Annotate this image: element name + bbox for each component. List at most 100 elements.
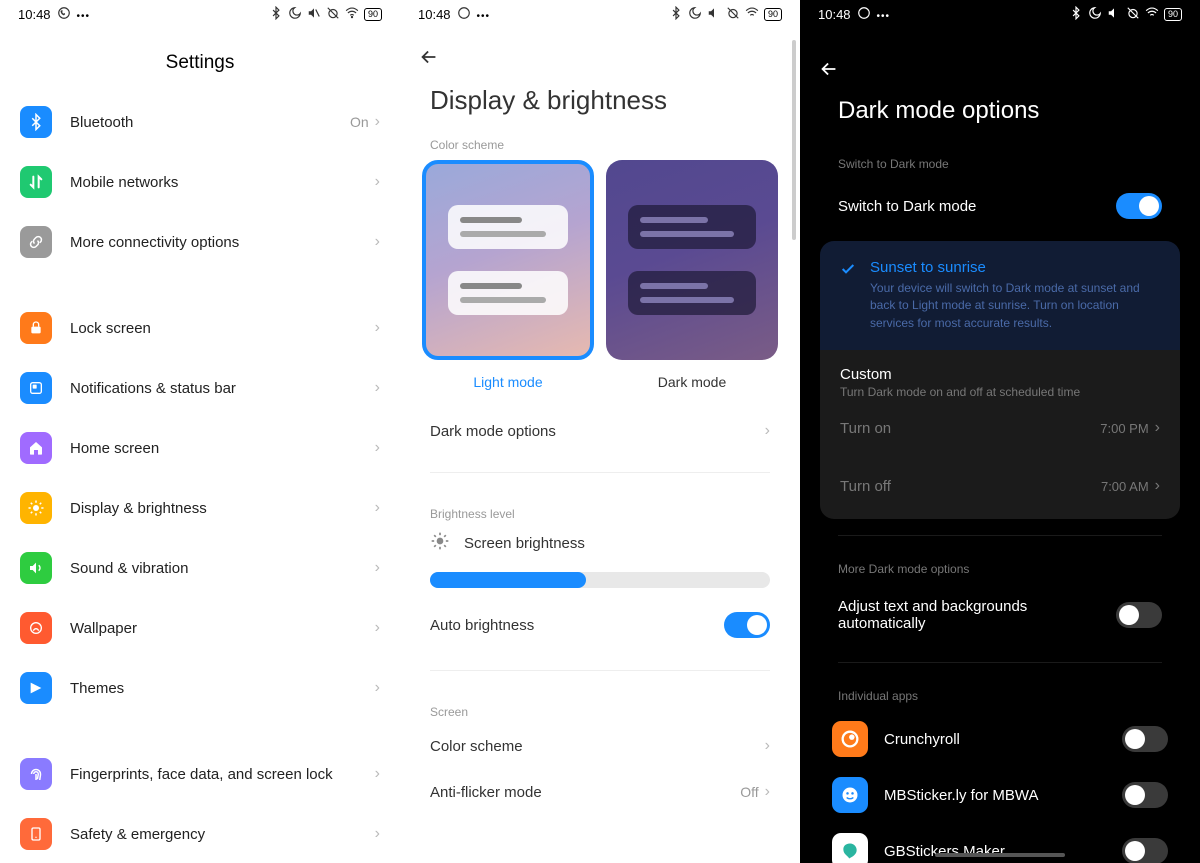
row-label: Home screen bbox=[70, 440, 375, 457]
section-screen: Screen bbox=[400, 689, 800, 723]
chevron-right-icon: › bbox=[375, 113, 380, 131]
chevron-right-icon: › bbox=[375, 379, 380, 397]
wallpaper-icon bbox=[20, 612, 52, 644]
chevron-right-icon: › bbox=[375, 319, 380, 337]
auto-brightness-toggle[interactable] bbox=[724, 612, 770, 638]
wifi-icon bbox=[1145, 6, 1159, 23]
chevron-right-icon: › bbox=[765, 737, 770, 755]
back-button[interactable] bbox=[400, 28, 800, 79]
home-icon bbox=[20, 432, 52, 464]
clock: 10:48 bbox=[18, 7, 51, 22]
battery-indicator: 90 bbox=[1164, 8, 1182, 21]
color-scheme-row[interactable]: Color scheme › bbox=[400, 723, 800, 769]
turn-off-row[interactable]: Turn off 7:00 AM › bbox=[840, 457, 1160, 515]
settings-row-mobile-networks[interactable]: Mobile networks › bbox=[10, 152, 390, 212]
bluetooth-status-icon bbox=[669, 6, 683, 23]
alarm-off-icon bbox=[1126, 6, 1140, 23]
dark-mode-preview bbox=[606, 160, 778, 360]
settings-row-notifications[interactable]: Notifications & status bar › bbox=[10, 358, 390, 418]
settings-row-connectivity[interactable]: More connectivity options › bbox=[10, 212, 390, 272]
page-title: Dark mode options bbox=[800, 91, 1200, 147]
clock: 10:48 bbox=[418, 7, 451, 22]
auto-adjust-toggle[interactable] bbox=[1116, 602, 1162, 628]
whatsapp-icon bbox=[457, 6, 471, 23]
settings-row-fingerprints[interactable]: Fingerprints, face data, and screen lock… bbox=[10, 744, 390, 804]
row-label: Safety & emergency bbox=[70, 826, 375, 843]
dark-mode-option[interactable]: Dark mode bbox=[606, 160, 778, 390]
chevron-right-icon: › bbox=[375, 765, 380, 783]
row-label: Auto brightness bbox=[430, 617, 724, 634]
sunset-to-sunrise-option[interactable]: Sunset to sunrise Your device will switc… bbox=[820, 241, 1180, 350]
moon-icon bbox=[288, 6, 302, 23]
bluetooth-status-icon bbox=[269, 6, 283, 23]
app-label: GBStickers Maker bbox=[884, 843, 1106, 860]
settings-row-wallpaper[interactable]: Wallpaper › bbox=[10, 598, 390, 658]
dark-mode-label: Dark mode bbox=[606, 360, 778, 390]
row-value: 7:00 PM bbox=[1100, 421, 1148, 436]
switch-to-dark-row[interactable]: Switch to Dark mode bbox=[800, 179, 1200, 233]
row-label: Themes bbox=[70, 680, 375, 697]
chevron-right-icon: › bbox=[765, 783, 770, 801]
settings-row-home-screen[interactable]: Home screen › bbox=[10, 418, 390, 478]
brightness-slider-fill bbox=[430, 572, 586, 588]
app-row-crunchyroll[interactable]: Crunchyroll bbox=[800, 711, 1200, 767]
app-row-mbsticker[interactable]: MBSticker.ly for MBWA bbox=[800, 767, 1200, 823]
app-toggle[interactable] bbox=[1122, 782, 1168, 808]
turn-on-row[interactable]: Turn on 7:00 PM › bbox=[840, 399, 1160, 457]
bluetooth-icon bbox=[20, 106, 52, 138]
anti-flicker-row[interactable]: Anti-flicker mode Off › bbox=[400, 769, 800, 815]
app-toggle[interactable] bbox=[1122, 838, 1168, 863]
dark-mode-options-row[interactable]: Dark mode options › bbox=[400, 408, 800, 454]
row-label: Notifications & status bar bbox=[70, 380, 375, 397]
clock: 10:48 bbox=[818, 7, 851, 22]
auto-adjust-row[interactable]: Adjust text and backgrounds automaticall… bbox=[800, 584, 1200, 646]
settings-row-bluetooth[interactable]: Bluetooth On › bbox=[10, 92, 390, 152]
nav-handle[interactable] bbox=[935, 853, 1065, 857]
brightness-icon bbox=[20, 492, 52, 524]
row-label: Turn off bbox=[840, 478, 1101, 495]
settings-row-display-brightness[interactable]: Display & brightness › bbox=[10, 478, 390, 538]
settings-row-lock-screen[interactable]: Lock screen › bbox=[10, 298, 390, 358]
light-mode-option[interactable]: Light mode bbox=[422, 160, 594, 390]
row-label: Turn on bbox=[840, 420, 1100, 437]
row-label: Fingerprints, face data, and screen lock bbox=[70, 766, 375, 783]
themes-icon bbox=[20, 672, 52, 704]
row-label: More connectivity options bbox=[70, 234, 375, 251]
section-switch-to-dark: Switch to Dark mode bbox=[800, 147, 1200, 179]
row-label: Wallpaper bbox=[70, 620, 375, 637]
bluetooth-status-icon bbox=[1069, 6, 1083, 23]
settings-row-sound[interactable]: Sound & vibration › bbox=[10, 538, 390, 598]
row-label: Mobile networks bbox=[70, 174, 375, 191]
app-label: Crunchyroll bbox=[884, 731, 1106, 748]
status-bar: 10:48 90 bbox=[800, 0, 1200, 28]
settings-row-safety[interactable]: Safety & emergency › bbox=[10, 804, 390, 863]
scrollbar[interactable] bbox=[792, 40, 796, 240]
wifi-icon bbox=[745, 6, 759, 23]
app-toggle[interactable] bbox=[1122, 726, 1168, 752]
light-mode-label: Light mode bbox=[422, 360, 594, 390]
check-icon bbox=[840, 259, 856, 332]
section-brightness-level: Brightness level bbox=[400, 491, 800, 525]
app-icon bbox=[832, 777, 868, 813]
row-label: Display & brightness bbox=[70, 500, 375, 517]
dark-mode-toggle[interactable] bbox=[1116, 193, 1162, 219]
wifi-icon bbox=[345, 6, 359, 23]
section-individual-apps: Individual apps bbox=[800, 679, 1200, 711]
row-label: Switch to Dark mode bbox=[838, 198, 1116, 215]
row-label: Lock screen bbox=[70, 320, 375, 337]
sound-icon bbox=[20, 552, 52, 584]
auto-brightness-row[interactable]: Auto brightness bbox=[400, 598, 800, 652]
app-row-gbstickers[interactable]: GBStickers Maker bbox=[800, 823, 1200, 863]
back-button[interactable] bbox=[800, 28, 1200, 91]
connectivity-icon bbox=[20, 226, 52, 258]
custom-schedule-option[interactable]: Custom Turn Dark mode on and off at sche… bbox=[820, 350, 1180, 519]
safety-icon bbox=[20, 818, 52, 850]
chevron-right-icon: › bbox=[375, 439, 380, 457]
page-title: Display & brightness bbox=[400, 79, 800, 138]
more-icon bbox=[77, 7, 91, 22]
chevron-right-icon: › bbox=[375, 825, 380, 843]
status-bar: 10:48 90 bbox=[400, 0, 800, 28]
battery-indicator: 90 bbox=[364, 8, 382, 21]
settings-row-themes[interactable]: Themes › bbox=[10, 658, 390, 718]
brightness-slider[interactable] bbox=[430, 572, 770, 588]
